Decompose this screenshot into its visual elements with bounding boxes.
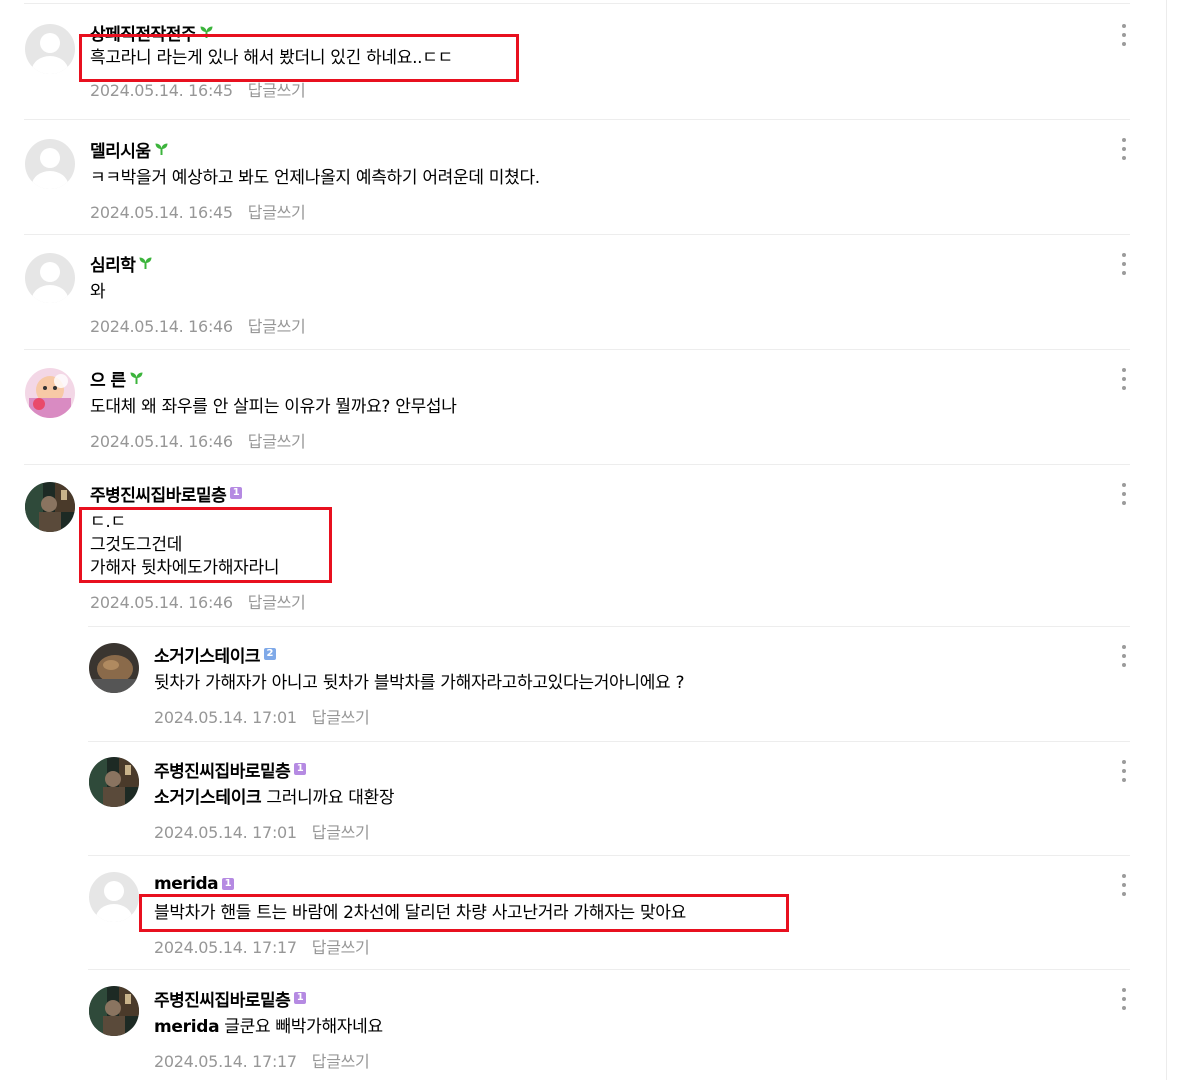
avatar-user[interactable] xyxy=(89,986,139,1036)
reply-comment: 주병진씨집바로밑층 1 merida 글쿤요 빼박가해자네요 2024.05.14… xyxy=(88,969,1130,1080)
reply-button[interactable]: 답글쓰기 xyxy=(248,432,306,451)
highlight-box xyxy=(79,507,332,583)
highlight-box xyxy=(139,894,789,932)
comment-author[interactable]: merida xyxy=(154,874,219,894)
comment-author[interactable]: 주병진씨집바로밑층 xyxy=(90,481,227,506)
comment: 으 른 도대체 왜 좌우를 안 살피는 이유가 뭘까요? 안무섭나 2024.0… xyxy=(24,349,1130,464)
comment-date: 2024.05.14. 17:17 xyxy=(154,1052,297,1071)
reply-button[interactable]: 답글쓰기 xyxy=(248,81,306,100)
avatar-default[interactable] xyxy=(89,872,139,922)
comment-date: 2024.05.14. 16:46 xyxy=(90,593,233,612)
comment-meta: 2024.05.14. 16:46 답글쓰기 xyxy=(90,428,1090,452)
comment-meta: 2024.05.14. 17:01 답글쓰기 xyxy=(154,819,1090,843)
comment-author[interactable]: 소거기스테이크 xyxy=(154,642,260,667)
reply-button[interactable]: 답글쓰기 xyxy=(312,708,370,727)
comment-date: 2024.05.14. 16:46 xyxy=(90,317,233,336)
comment: 델리시움 ㅋㅋ박을거 예상하고 봐도 언제나올지 예측하기 어려운데 미쳤다. … xyxy=(24,119,1130,234)
comment: 심리학 와 2024.05.14. 16:46 답글쓰기 xyxy=(24,234,1130,349)
avatar-user[interactable] xyxy=(25,482,75,532)
level-badge: 1 xyxy=(294,992,307,1004)
avatar-default[interactable] xyxy=(25,253,75,303)
more-options-icon[interactable] xyxy=(1118,253,1130,275)
highlight-box xyxy=(79,34,519,82)
comment-meta: 2024.05.14. 17:17 답글쓰기 xyxy=(154,1048,1090,1072)
sprout-icon xyxy=(155,143,168,155)
more-options-icon[interactable] xyxy=(1118,24,1130,46)
avatar-default[interactable] xyxy=(25,139,75,189)
comment-date: 2024.05.14. 16:46 xyxy=(90,432,233,451)
comment-meta: 2024.05.14. 16:46 답글쓰기 xyxy=(90,313,1090,337)
more-options-icon[interactable] xyxy=(1118,760,1130,782)
more-options-icon[interactable] xyxy=(1118,988,1130,1010)
more-options-icon[interactable] xyxy=(1118,645,1130,667)
reply-comment: 소거기스테이크 2 뒷차가 가해자가 아니고 뒷차가 블박차를 가해자라고하고있… xyxy=(88,626,1130,741)
avatar-user[interactable] xyxy=(25,368,75,418)
reply-comment: 주병진씨집바로밑층 1 소거기스테이크 그러니까요 대환장 2024.05.14.… xyxy=(88,741,1130,855)
comment-author[interactable]: 주병진씨집바로밑층 xyxy=(154,757,291,782)
comment-date: 2024.05.14. 16:45 xyxy=(90,203,233,222)
comment-text: merida 글쿤요 빼박가해자네요 xyxy=(154,1017,383,1037)
comment-meta: 2024.05.14. 17:01 답글쓰기 xyxy=(154,704,1090,728)
comment-author[interactable]: 델리시움 xyxy=(90,137,151,162)
comment-text: 와 xyxy=(90,282,106,302)
comment-text: 도대체 왜 좌우를 안 살피는 이유가 뭘까요? 안무섭나 xyxy=(90,397,457,417)
comment-date: 2024.05.14. 16:45 xyxy=(90,81,233,100)
right-border xyxy=(1166,0,1167,1080)
reply-button[interactable]: 답글쓰기 xyxy=(312,823,370,842)
more-options-icon[interactable] xyxy=(1118,138,1130,160)
avatar-user[interactable] xyxy=(89,757,139,807)
mention-link[interactable]: merida xyxy=(154,1017,220,1037)
level-badge: 1 xyxy=(294,763,307,775)
level-badge: 1 xyxy=(222,878,235,890)
comment-author[interactable]: 주병진씨집바로밑층 xyxy=(154,986,291,1011)
more-options-icon[interactable] xyxy=(1118,483,1130,505)
comment-date: 2024.05.14. 17:01 xyxy=(154,823,297,842)
reply-button[interactable]: 답글쓰기 xyxy=(248,593,306,612)
comment-author[interactable]: 심리학 xyxy=(90,251,136,276)
comment-meta: 2024.05.14. 16:45 답글쓰기 xyxy=(90,199,1090,223)
comment-text: 뒷차가 가해자가 아니고 뒷차가 블박차를 가해자라고하고있다는거아니에요 ? xyxy=(154,673,685,693)
more-options-icon[interactable] xyxy=(1118,874,1130,896)
reply-button[interactable]: 답글쓰기 xyxy=(248,203,306,222)
reply-button[interactable]: 답글쓰기 xyxy=(248,317,306,336)
more-options-icon[interactable] xyxy=(1118,368,1130,390)
comment-date: 2024.05.14. 17:01 xyxy=(154,708,297,727)
comment-text: ㅋㅋ박을거 예상하고 봐도 언제나올지 예측하기 어려운데 미쳤다. xyxy=(90,168,540,188)
comment-meta: 2024.05.14. 17:17 답글쓰기 xyxy=(154,934,1090,958)
comment-author[interactable]: 으 른 xyxy=(90,366,126,391)
comment-text: 소거기스테이크 그러니까요 대환장 xyxy=(154,788,395,808)
level-badge: 1 xyxy=(230,487,243,499)
comment-meta: 2024.05.14. 16:46 답글쓰기 xyxy=(90,589,1090,613)
comment-date: 2024.05.14. 17:17 xyxy=(154,938,297,957)
reply-button[interactable]: 답글쓰기 xyxy=(312,1052,370,1071)
avatar-user[interactable] xyxy=(89,643,139,693)
reply-button[interactable]: 답글쓰기 xyxy=(312,938,370,957)
sprout-icon xyxy=(139,257,152,269)
mention-link[interactable]: 소거기스테이크 xyxy=(154,788,262,808)
sprout-icon xyxy=(130,372,143,384)
avatar-default[interactable] xyxy=(25,24,75,74)
level-badge: 2 xyxy=(263,648,276,660)
